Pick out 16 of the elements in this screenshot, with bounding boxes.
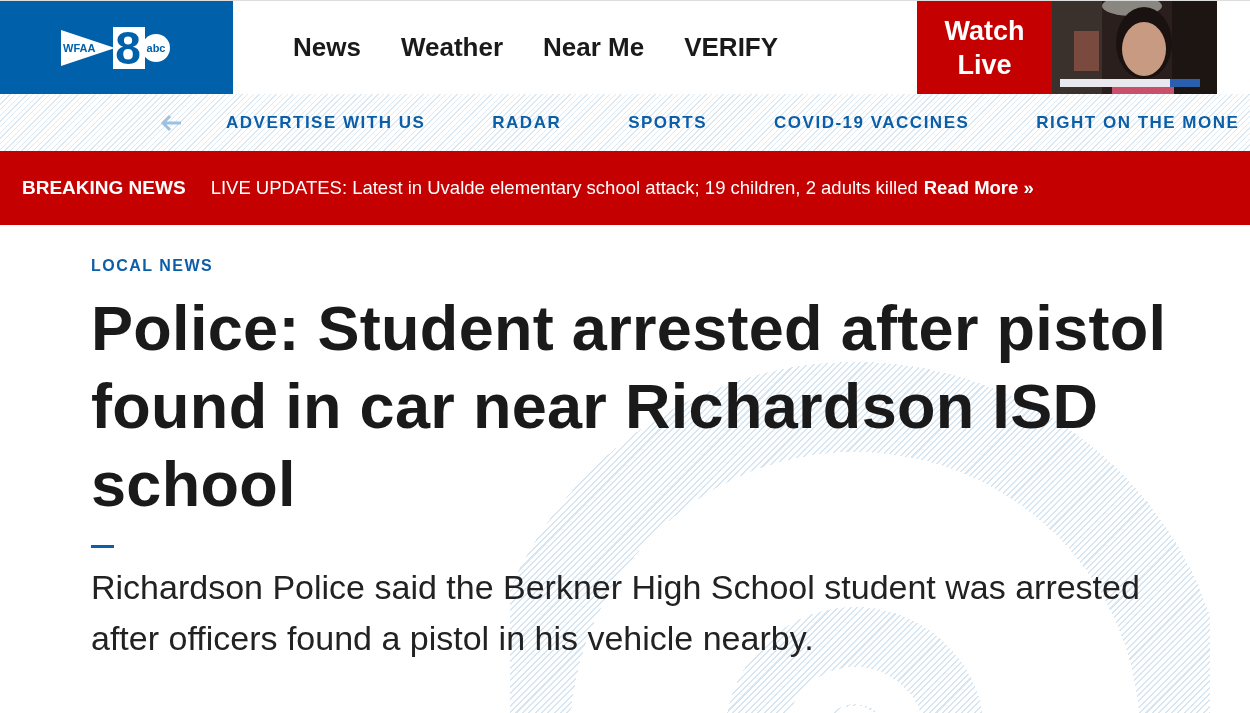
category-link[interactable]: LOCAL NEWS <box>91 257 214 275</box>
breaking-news-label: BREAKING NEWS <box>22 177 186 199</box>
breaking-headline[interactable]: LIVE UPDATES: Latest in Uvalde elementary school attack; 19 children, 2 adults killed <box>210 177 918 199</box>
read-more-link[interactable]: Read More » <box>923 177 1034 199</box>
subnav-link[interactable]: RIGHT ON THE MONE <box>1036 112 1240 133</box>
nav-link[interactable]: Weather <box>380 32 524 63</box>
watch-live-button[interactable]: Watch Live <box>917 1 1052 94</box>
nav-link[interactable]: News <box>273 32 381 63</box>
article-summary: Richardson Police said the Berkner High School student was arrested after officers found a pistol in his vehicle nearby. <box>91 567 1141 659</box>
nav-link[interactable]: Near Me <box>523 32 665 63</box>
subnav-link[interactable]: RADAR <box>492 112 562 133</box>
subnav-link[interactable]: COVID-19 VACCINES <box>774 112 970 133</box>
nav-link[interactable]: VERIFY <box>664 32 799 63</box>
subnav-link[interactable]: SPORTS <box>628 112 708 133</box>
subnav-link[interactable]: ADVERTISE WITH US <box>226 112 426 133</box>
article-headline: Police: Student arrested after pistol found in car near Richardson ISD school <box>91 292 1168 521</box>
